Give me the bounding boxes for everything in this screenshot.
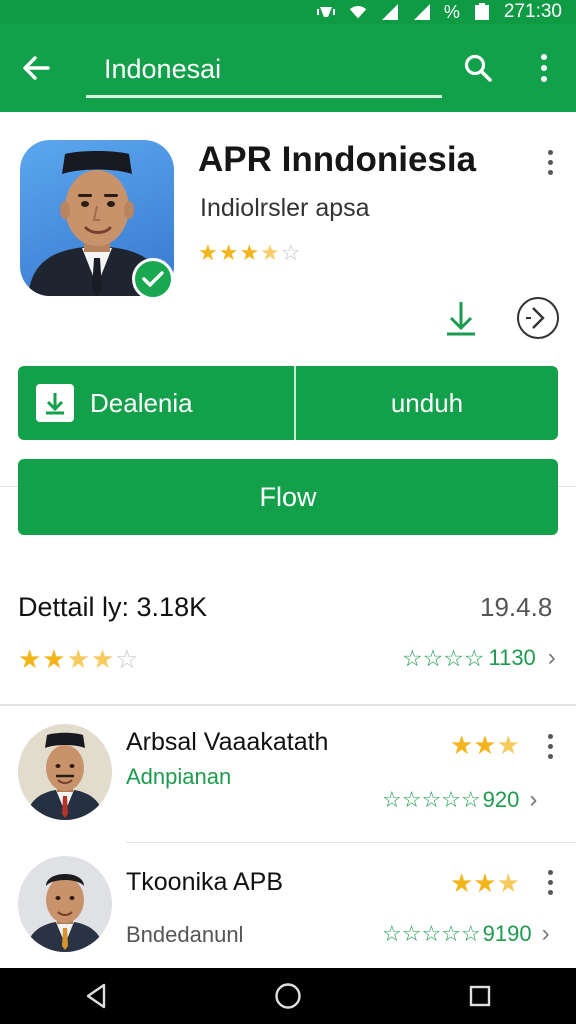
vibrate-icon (316, 3, 336, 21)
primary-left-label: Dealenia (90, 387, 193, 418)
list-item-more-button[interactable] (540, 864, 560, 900)
more-vert-icon (547, 869, 553, 875)
avatar (18, 856, 112, 952)
status-bar: % 271:30 (0, 0, 576, 24)
list-item-subtitle: Adnpianan (126, 764, 232, 789)
battery-icon (472, 3, 492, 21)
primary-right-label: unduh (390, 387, 464, 418)
next-button[interactable] (516, 296, 560, 340)
detail-title: Dettail ly: 3.18K (18, 592, 208, 622)
review-stars-icon: ☆☆☆☆ (402, 644, 485, 671)
download-box-icon (36, 384, 74, 422)
search-field[interactable] (86, 44, 442, 98)
nav-home-button[interactable] (266, 974, 310, 1018)
review-count: 1130 (488, 645, 536, 670)
app-bar (0, 24, 576, 112)
divider (126, 842, 576, 843)
split-action-button: Dealenia unduh (18, 366, 558, 440)
arrow-back-icon (23, 56, 50, 80)
more-vert-icon (541, 54, 547, 60)
review-stars-icon: ☆☆☆☆☆ (382, 787, 481, 812)
list-item-name: Tkoonika APB (126, 868, 284, 896)
download-arrow-icon (447, 302, 475, 336)
section-divider (0, 704, 576, 706)
app-icon[interactable] (20, 140, 174, 300)
list-item-subtitle: Bndedanunl (126, 922, 244, 947)
verified-badge (132, 258, 174, 300)
signal-icon (380, 3, 400, 21)
overflow-menu-button[interactable] (526, 46, 562, 90)
app-more-button[interactable] (540, 144, 560, 180)
detail-version: 19.4.8 (480, 592, 553, 622)
wifi-icon (348, 3, 368, 21)
chevron-right-icon: › (541, 920, 550, 947)
circle-home-icon (275, 983, 301, 1009)
list-item-reviews: ☆☆☆☆☆ 9190 › (382, 920, 550, 948)
chevron-right-circle-icon (517, 297, 559, 339)
list-item-reviews: ☆☆☆☆☆ 920 › (382, 786, 537, 814)
search-button[interactable] (458, 48, 498, 88)
list-item-rating: ★★★ (450, 730, 520, 760)
back-button[interactable] (14, 48, 58, 88)
install-button[interactable] (444, 298, 478, 338)
more-vert-icon (547, 733, 553, 739)
more-vert-icon (547, 149, 553, 155)
list-item-review-count: 9190 (482, 921, 532, 946)
list-item[interactable]: Tkoonika APB Bndedanunl ★★★ ☆☆☆☆☆ 9190 › (0, 852, 576, 982)
chevron-right-icon: › (529, 786, 538, 813)
square-recents-icon (469, 985, 491, 1007)
divider (0, 486, 18, 487)
detail-reviews[interactable]: ☆☆☆☆ 1130 › (402, 644, 556, 672)
nav-recents-button[interactable] (458, 974, 502, 1018)
divider (558, 486, 576, 487)
triangle-back-icon (86, 983, 106, 1009)
search-input[interactable] (86, 44, 442, 95)
list-item-review-count: 920 (482, 787, 520, 812)
chevron-right-icon: › (547, 644, 556, 671)
app-subtitle: Indiolrsler apsa (200, 194, 370, 222)
status-time: 271:30 (503, 1, 562, 22)
detail-rating: ★★★★☆ (18, 644, 140, 674)
app-rating: ★★★★☆ (198, 240, 302, 265)
nav-back-button[interactable] (74, 974, 118, 1018)
follow-button[interactable]: Flow (18, 459, 558, 535)
list-item[interactable]: Arbsal Vaaakatath Adnpianan ★★★ ☆☆☆☆☆ 92… (0, 716, 576, 846)
app-title: APR Inndoniesia (198, 140, 477, 179)
list-item-name: Arbsal Vaaakatath (126, 728, 329, 756)
check-icon (142, 271, 164, 287)
primary-right-button[interactable]: unduh (296, 366, 558, 440)
search-icon (464, 54, 492, 82)
list-item-rating: ★★★ (450, 868, 520, 898)
avatar (18, 724, 112, 820)
primary-left-button[interactable]: Dealenia (18, 366, 296, 440)
signal-icon-2 (412, 3, 432, 21)
list-item-more-button[interactable] (540, 728, 560, 764)
system-nav-bar (0, 968, 576, 1024)
review-stars-icon: ☆☆☆☆☆ (382, 921, 481, 946)
follow-label: Flow (259, 481, 317, 512)
battery-percent: % (443, 1, 460, 22)
